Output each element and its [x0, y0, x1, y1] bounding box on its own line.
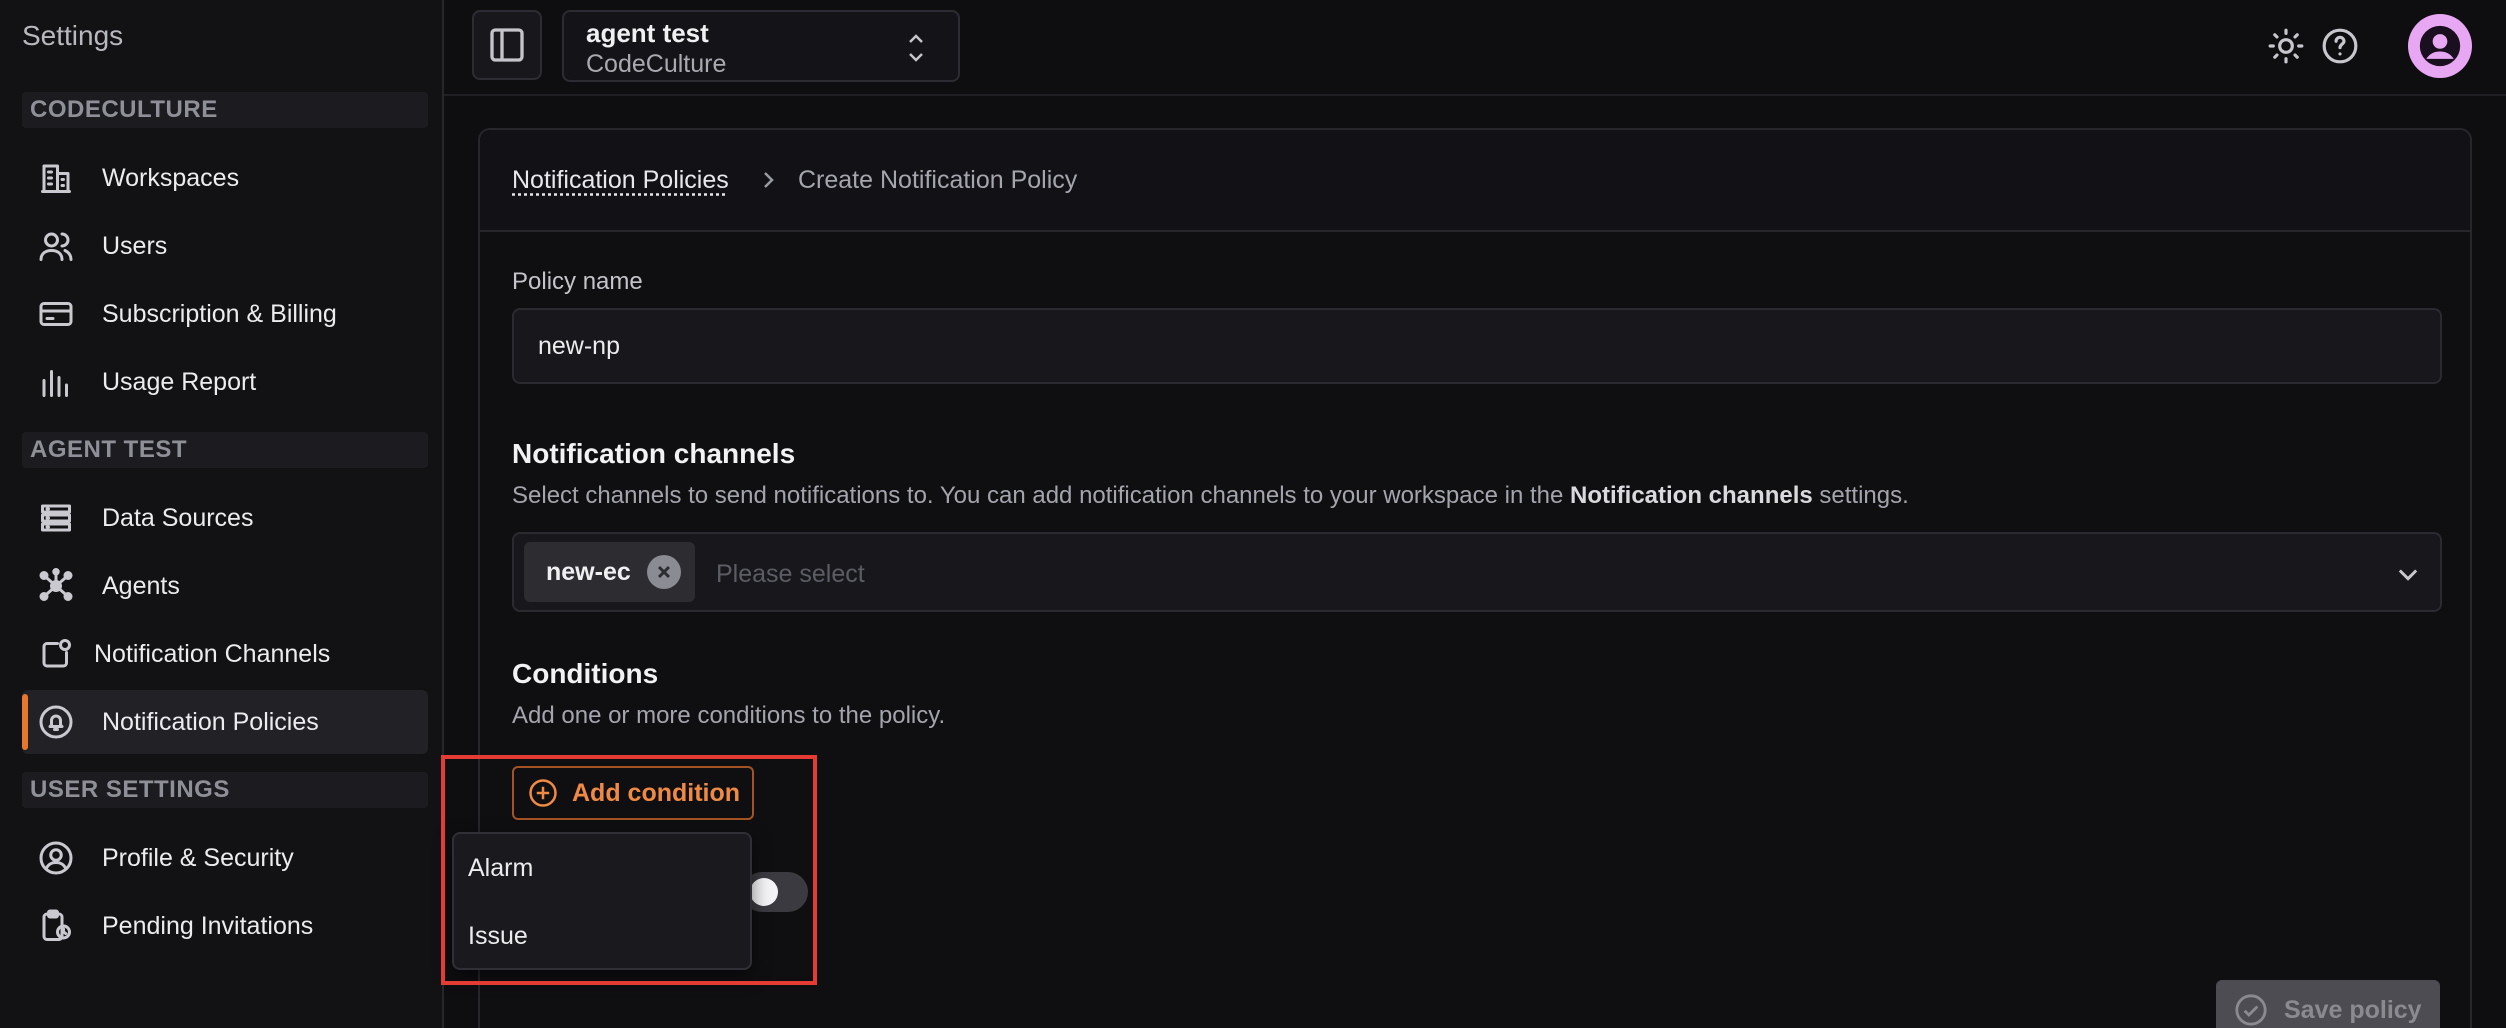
sidebar-item-usage-report[interactable]: Usage Report: [22, 350, 428, 414]
add-condition-button[interactable]: Add condition: [512, 766, 754, 820]
building-icon: [36, 158, 76, 198]
sidebar-item-workspaces[interactable]: Workspaces: [22, 146, 428, 210]
users-icon: [36, 226, 76, 266]
notification-channels-heading: Notification channels: [512, 438, 796, 469]
menu-item-alarm[interactable]: Alarm: [454, 838, 750, 898]
selected-channel-label: new-ec: [546, 557, 631, 586]
save-policy-button[interactable]: Save policy: [2216, 980, 2440, 1028]
sidebar-item-users[interactable]: Users: [22, 214, 428, 278]
condition-type-menu: Alarm Issue: [452, 832, 752, 970]
sidebar-item-label: Profile & Security: [102, 843, 294, 872]
remove-tag-icon[interactable]: [646, 555, 681, 589]
notification-channel-icon: [36, 634, 76, 674]
notification-channels-description: Select channels to send notifications to…: [512, 482, 1909, 510]
sidebar-item-label: Data Sources: [102, 503, 254, 532]
sidebar-item-label: Subscription & Billing: [102, 299, 337, 328]
sun-icon: [2268, 28, 2304, 64]
topbar: agent test CodeCulture: [444, 0, 2506, 96]
toggle-knob: [750, 878, 778, 906]
sidebar-item-profile-security[interactable]: Profile & Security: [22, 826, 428, 890]
conditions-description: Add one or more conditions to the policy…: [512, 702, 946, 729]
chevron-down-icon: [2394, 560, 2422, 588]
sidebar-item-label: Notification Channels: [94, 639, 331, 668]
channels-placeholder: Please select: [716, 560, 865, 588]
sidebar-item-label: Pending Invitations: [102, 911, 314, 940]
user-avatar-icon: [2419, 25, 2461, 67]
sidebar-toggle-button[interactable]: [472, 10, 542, 80]
add-condition-label: Add condition: [572, 778, 741, 807]
chevron-up-down-icon: [904, 28, 928, 68]
breadcrumb-current: Create Notification Policy: [798, 166, 1078, 194]
conditions-heading: Conditions: [512, 658, 659, 689]
server-icon: [36, 498, 76, 538]
bell-shield-icon: [36, 702, 76, 742]
sidebar-panel-icon: [490, 28, 524, 62]
policy-name-value: new-np: [538, 332, 620, 360]
section-header-agent-test: AGENT TEST: [22, 432, 428, 468]
description-bold-text: Notification channels: [1570, 482, 1813, 509]
menu-item-issue[interactable]: Issue: [454, 906, 750, 966]
policy-name-input[interactable]: new-np: [512, 308, 2442, 384]
section-header-user-settings: USER SETTINGS: [22, 772, 428, 808]
sidebar-item-notification-policies[interactable]: Notification Policies: [22, 690, 428, 754]
user-circle-icon: [36, 838, 76, 878]
network-icon: [36, 566, 76, 606]
description-text: Select channels to send notifications to…: [512, 482, 1571, 509]
policy-name-label: Policy name: [512, 268, 643, 295]
sidebar-item-agents[interactable]: Agents: [22, 554, 428, 618]
selected-channel-tag: new-ec: [524, 542, 695, 602]
sidebar-item-subscription-billing[interactable]: Subscription & Billing: [22, 282, 428, 346]
check-circle-icon: [2235, 994, 2267, 1026]
avatar[interactable]: [2408, 14, 2472, 78]
help-button[interactable]: [2318, 24, 2362, 68]
notification-channels-select[interactable]: new-ec Please select: [512, 532, 2442, 612]
sidebar-item-label: Agents: [102, 571, 180, 600]
workspace-selector[interactable]: agent test CodeCulture: [562, 10, 960, 82]
settings-sidebar: Settings CODECULTURE Workspaces Users Su…: [0, 0, 444, 1028]
breadcrumb: Notification Policies Create Notificatio…: [480, 130, 2470, 232]
help-icon: [2322, 28, 2358, 64]
plus-circle-icon: [529, 779, 557, 807]
workspace-name: agent test: [586, 18, 709, 48]
chevron-right-icon: [756, 168, 780, 192]
bar-chart-icon: [36, 362, 76, 402]
breadcrumb-link-notification-policies[interactable]: Notification Policies: [512, 166, 729, 195]
credit-card-icon: [36, 294, 76, 334]
sidebar-item-notification-channels[interactable]: Notification Channels: [22, 622, 428, 686]
sidebar-item-data-sources[interactable]: Data Sources: [22, 486, 428, 550]
sidebar-item-label: Notification Policies: [102, 707, 319, 736]
theme-toggle-button[interactable]: [2264, 24, 2308, 68]
section-header-codeculture: CODECULTURE: [22, 92, 428, 128]
clipboard-clock-icon: [36, 906, 76, 946]
organization-name: CodeCulture: [586, 50, 727, 78]
sidebar-title: Settings: [22, 20, 124, 51]
description-text: settings.: [1812, 482, 1909, 509]
sidebar-item-pending-invitations[interactable]: Pending Invitations: [22, 894, 428, 958]
sidebar-item-label: Users: [102, 231, 168, 260]
save-policy-label: Save policy: [2284, 995, 2422, 1024]
sidebar-item-label: Usage Report: [102, 367, 257, 396]
sidebar-item-label: Workspaces: [102, 163, 240, 192]
